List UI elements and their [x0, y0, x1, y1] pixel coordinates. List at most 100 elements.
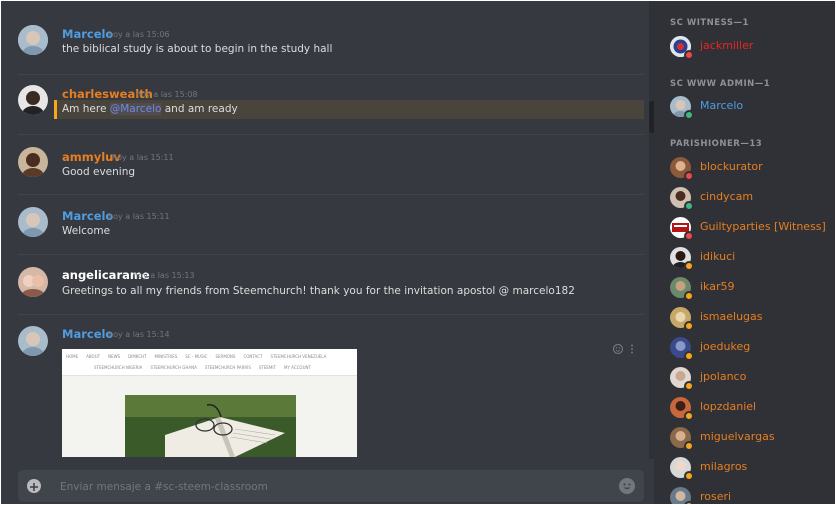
- status-indicator: [684, 171, 694, 181]
- add-reaction-icon[interactable]: [612, 343, 624, 355]
- user-mention[interactable]: @Marcelo: [109, 103, 162, 115]
- avatar[interactable]: [18, 85, 48, 115]
- status-indicator: [684, 201, 694, 211]
- message-composer: [18, 470, 644, 504]
- message-timestamp: hoy a las 15:11: [112, 153, 174, 162]
- avatar[interactable]: [18, 207, 48, 237]
- upload-button[interactable]: [27, 479, 41, 493]
- member-name: milagros: [700, 460, 748, 473]
- status-indicator: [684, 381, 694, 391]
- status-indicator: [684, 50, 694, 60]
- embed-nav-link: NEWS: [108, 354, 121, 359]
- member-item[interactable]: Marcelo: [670, 96, 835, 120]
- embed-nav-link: STEEMIT: [258, 365, 276, 370]
- status-indicator: [684, 441, 694, 451]
- message-divider: [18, 254, 644, 255]
- member-item[interactable]: cindycam: [670, 187, 835, 211]
- message-input[interactable]: [58, 470, 602, 504]
- member-item[interactable]: idikuci: [670, 247, 835, 271]
- embed-nav-link: DIMKCHT: [128, 354, 147, 359]
- message-author[interactable]: Marcelo: [62, 27, 113, 41]
- embed-nav-link: CONTACT: [243, 354, 263, 359]
- member-name: idikuci: [700, 250, 736, 263]
- smiley-icon: [623, 483, 631, 490]
- plus-icon: [30, 483, 38, 491]
- member-name: blockurator: [700, 160, 763, 173]
- message-divider: [18, 74, 644, 75]
- member-item[interactable]: joedukeg: [670, 337, 835, 361]
- embed-nav-link: STEEMCHURCH NIGERIA: [94, 365, 143, 370]
- status-indicator: [684, 321, 694, 331]
- member-name: ikar59: [700, 280, 735, 293]
- member-name: roseri: [700, 490, 732, 503]
- message-divider: [18, 194, 644, 195]
- status-indicator: [684, 351, 694, 361]
- status-indicator: [684, 411, 694, 421]
- member-item[interactable]: roseri: [670, 487, 835, 504]
- member-item[interactable]: jackmiller: [670, 36, 835, 60]
- avatar[interactable]: [18, 25, 48, 55]
- emoji-button[interactable]: [619, 478, 635, 494]
- message-author[interactable]: Marcelo: [62, 209, 113, 223]
- more-options-icon[interactable]: [629, 343, 635, 355]
- member-name: miguelvargas: [700, 430, 775, 443]
- member-group-header: PARISHIONER—13: [670, 139, 763, 149]
- status-indicator: [684, 291, 694, 301]
- member-item[interactable]: ikar59: [670, 277, 835, 301]
- embed-nav-link: ABOUT: [86, 354, 101, 359]
- member-group-header: SC WITNESS—1: [670, 18, 749, 28]
- message-text: Welcome: [62, 225, 111, 237]
- member-item[interactable]: miguelvargas: [670, 427, 835, 451]
- embed-website-nav: HOME ABOUT NEWS DIMKCHT MINISTRIES SC - MUSIC…: [62, 349, 357, 376]
- member-name: Marcelo: [700, 99, 744, 112]
- embed-nav-link: SC - MUSIC: [185, 354, 208, 359]
- member-item[interactable]: lopzdaniel: [670, 397, 835, 421]
- embed-nav-link: STEEMCHURCH VENEZUELA: [270, 354, 327, 359]
- message-timestamp: hoy a las 15:08: [136, 90, 198, 99]
- avatar[interactable]: [18, 326, 48, 356]
- member-item[interactable]: blockurator: [670, 157, 835, 181]
- message-timestamp: hoy a las 15:06: [108, 30, 170, 39]
- member-item[interactable]: Guiltyparties [Witness]: [670, 217, 835, 241]
- member-name: ismaelugas: [700, 310, 763, 323]
- link-embed-image[interactable]: HOME ABOUT NEWS DIMKCHT MINISTRIES SC - MUSIC…: [62, 349, 357, 457]
- member-item[interactable]: milagros: [670, 457, 835, 481]
- embed-nav-link: SERMONS: [215, 354, 236, 359]
- mention-highlight-bar: [54, 100, 57, 119]
- message-text-part: Am here: [62, 103, 110, 115]
- embed-nav-row: STEEMCHURCH NIGERIA STEEMCHURCH GHANA STEE…: [62, 365, 357, 370]
- message-divider: [18, 314, 644, 315]
- member-item[interactable]: jpolanco: [670, 367, 835, 391]
- embed-nav-link: MY ACCOUNT: [284, 365, 311, 370]
- member-group-header: SC WWW ADMIN—1: [670, 79, 771, 89]
- embed-nav-row: HOME ABOUT NEWS DIMKCHT MINISTRIES SC - MUSIC…: [62, 354, 357, 359]
- member-name: jackmiller: [700, 39, 754, 52]
- message-author[interactable]: Marcelo: [62, 327, 113, 341]
- status-indicator: [684, 110, 694, 120]
- embed-nav-link: MINISTRIES: [154, 354, 178, 359]
- member-name: joedukeg: [700, 340, 751, 353]
- avatar[interactable]: [18, 147, 48, 177]
- message-divider: [18, 134, 644, 135]
- member-list: SC WITNESS—1 jackmiller SC WWW ADMIN—1 M…: [654, 1, 835, 504]
- message-timestamp: hoy a las 15:11: [108, 212, 170, 221]
- message-timestamp: hoy a las 15:13: [133, 271, 195, 280]
- avatar[interactable]: [18, 267, 48, 297]
- member-name: lopzdaniel: [700, 400, 757, 413]
- status-indicator: [684, 261, 694, 271]
- message-timestamp: hoy a las 15:14: [108, 330, 170, 339]
- message-text: Am here @Marcelo and am ready: [62, 103, 238, 115]
- embed-nav-link: STEEMCHURCH GHANA: [150, 365, 197, 370]
- discord-window: Marcelo hoy a las 15:06 the biblical stu…: [1, 1, 835, 504]
- status-indicator: [684, 471, 694, 481]
- embed-nav-link: STEEMCHURCH PARRIS: [204, 365, 251, 370]
- member-item[interactable]: ismaelugas: [670, 307, 835, 331]
- chat-panel: Marcelo hoy a las 15:06 the biblical stu…: [1, 1, 655, 504]
- member-name: Guiltyparties [Witness]: [700, 220, 826, 233]
- member-name: cindycam: [700, 190, 754, 203]
- message-text-part: and am ready: [161, 103, 238, 115]
- message-text: Greetings to all my friends from Steemch…: [62, 285, 575, 297]
- status-indicator: [684, 231, 694, 241]
- message-text: Good evening: [62, 166, 136, 178]
- status-indicator: [684, 501, 694, 504]
